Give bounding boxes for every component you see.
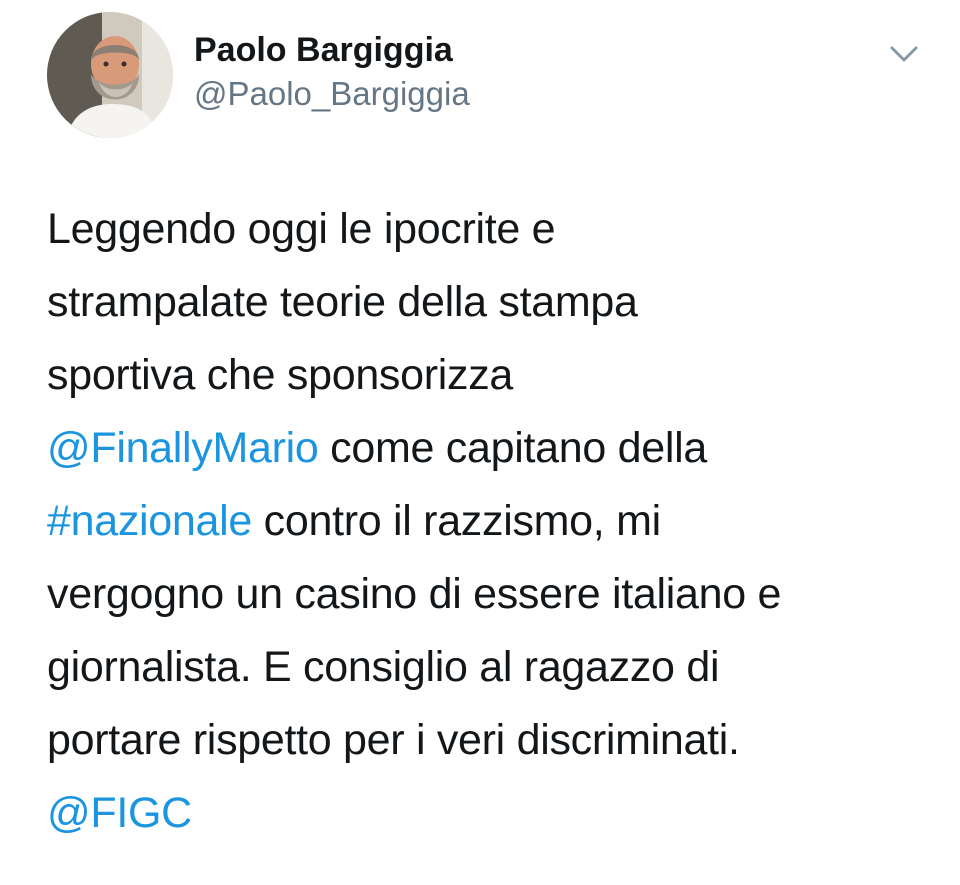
mention-link-figc[interactable]: @FIGC — [47, 789, 192, 837]
tweet-text-line: sportiva che sponsorizza — [47, 351, 514, 399]
tweet-menu-button[interactable] — [888, 42, 920, 66]
author-handle[interactable]: @Paolo_Bargiggia — [194, 74, 470, 114]
tweet-text-segment: come capitano della — [318, 424, 707, 472]
chevron-down-icon — [890, 46, 918, 62]
tweet-text-line: vergogno un casino di essere italiano e — [47, 570, 782, 618]
hashtag-link-nazionale[interactable]: #nazionale — [47, 497, 252, 545]
tweet-text-line: Leggendo oggi le ipocrite e — [47, 205, 556, 253]
tweet-text-line: strampalate teorie della stampa — [47, 278, 638, 326]
author-display-name[interactable]: Paolo Bargiggia — [194, 30, 470, 70]
avatar-photo — [47, 12, 173, 138]
tweet-text-line: @FinallyMario come capitano della — [47, 412, 937, 485]
tweet-text-line: giornalista. E consiglio al ragazzo di — [47, 643, 720, 691]
tweet-text-line: portare rispetto per i veri discriminati… — [47, 716, 740, 764]
avatar[interactable] — [47, 12, 173, 138]
mention-link-finallymario[interactable]: @FinallyMario — [47, 424, 319, 472]
tweet-text-segment: contro il razzismo, mi — [252, 497, 662, 545]
tweet-card: Paolo Bargiggia @Paolo_Bargiggia Leggend… — [0, 0, 960, 885]
tweet-text-line: #nazionale contro il razzismo, mi — [47, 485, 937, 558]
tweet-text-line: @FIGC — [47, 777, 937, 850]
tweet-author[interactable]: Paolo Bargiggia @Paolo_Bargiggia — [194, 30, 470, 114]
tweet-text: Leggendo oggi le ipocrite e strampalate … — [47, 193, 937, 850]
